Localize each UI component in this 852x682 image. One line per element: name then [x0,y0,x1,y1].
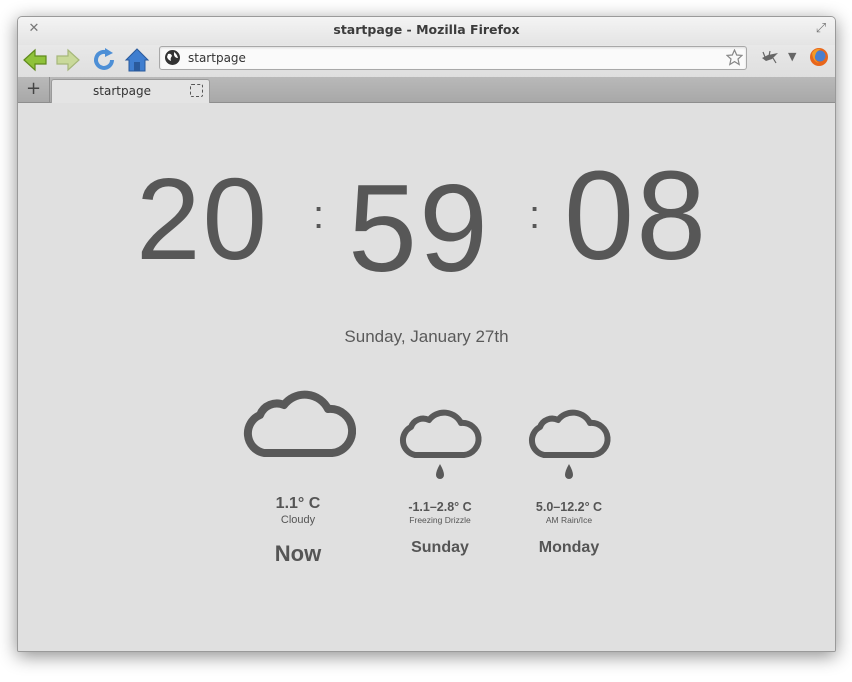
cloud-rain-icon [528,409,611,479]
page-content: 20 : 59 : 08 Sunday, January 27th 1.1° C… [18,103,835,651]
forecast-temp: 5.0–12.2° C [535,500,603,514]
clock-separator: : [529,193,541,237]
tab-strip: + startpage [18,77,835,103]
clock-separator: : [313,193,325,237]
forward-arrow-icon[interactable] [55,47,81,73]
clock-seconds: 08 [564,145,709,286]
forecast-day: Monday [538,539,600,556]
globe-icon [165,50,180,65]
dropdown-arrow-icon[interactable]: ▼ [788,50,796,63]
back-arrow-icon[interactable] [22,47,48,73]
forecast-condition: Cloudy [280,514,316,526]
tab-label: startpage [93,84,151,98]
forecast-sunday: -1.1–2.8° C Freezing Drizzle Sunday [370,500,510,557]
date-label: Sunday, January 27th [344,327,509,346]
title-bar: ✕ startpage - Mozilla Firefox ⤢ [18,17,835,45]
extension-icon[interactable] [760,49,780,67]
forecast-day: Sunday [411,539,469,556]
cloud-drizzle-icon [399,409,482,479]
firefox-menu-icon[interactable] [809,47,829,67]
bookmark-star-icon[interactable] [726,49,743,66]
clock-hours: 20 [136,154,270,284]
url-bar[interactable]: startpage [159,46,747,70]
tab-close-icon[interactable] [190,84,203,97]
forecast-condition: AM Rain/Ice [545,515,593,525]
browser-window: ✕ startpage - Mozilla Firefox ⤢ startpag… [17,16,836,652]
tab-startpage[interactable]: startpage [51,79,210,103]
forecast-day: Now [274,541,322,566]
cloud-icon [243,390,356,457]
forecast-temp: 1.1° C [275,495,321,512]
reload-icon[interactable] [91,47,117,73]
forecast-temp: -1.1–2.8° C [408,500,472,514]
forecast-condition: Freezing Drizzle [409,515,471,525]
window-title: startpage - Mozilla Firefox [333,22,520,37]
forecast-monday: 5.0–12.2° C AM Rain/Ice Monday [499,500,639,557]
forecast-now: 1.1° C Cloudy Now [218,495,378,567]
home-icon[interactable] [124,47,150,73]
clock-minutes: 59 [348,160,490,298]
url-text: startpage [188,51,246,65]
new-tab-button[interactable]: + [18,77,50,102]
window-maximize-button[interactable]: ⤢ [813,21,829,37]
